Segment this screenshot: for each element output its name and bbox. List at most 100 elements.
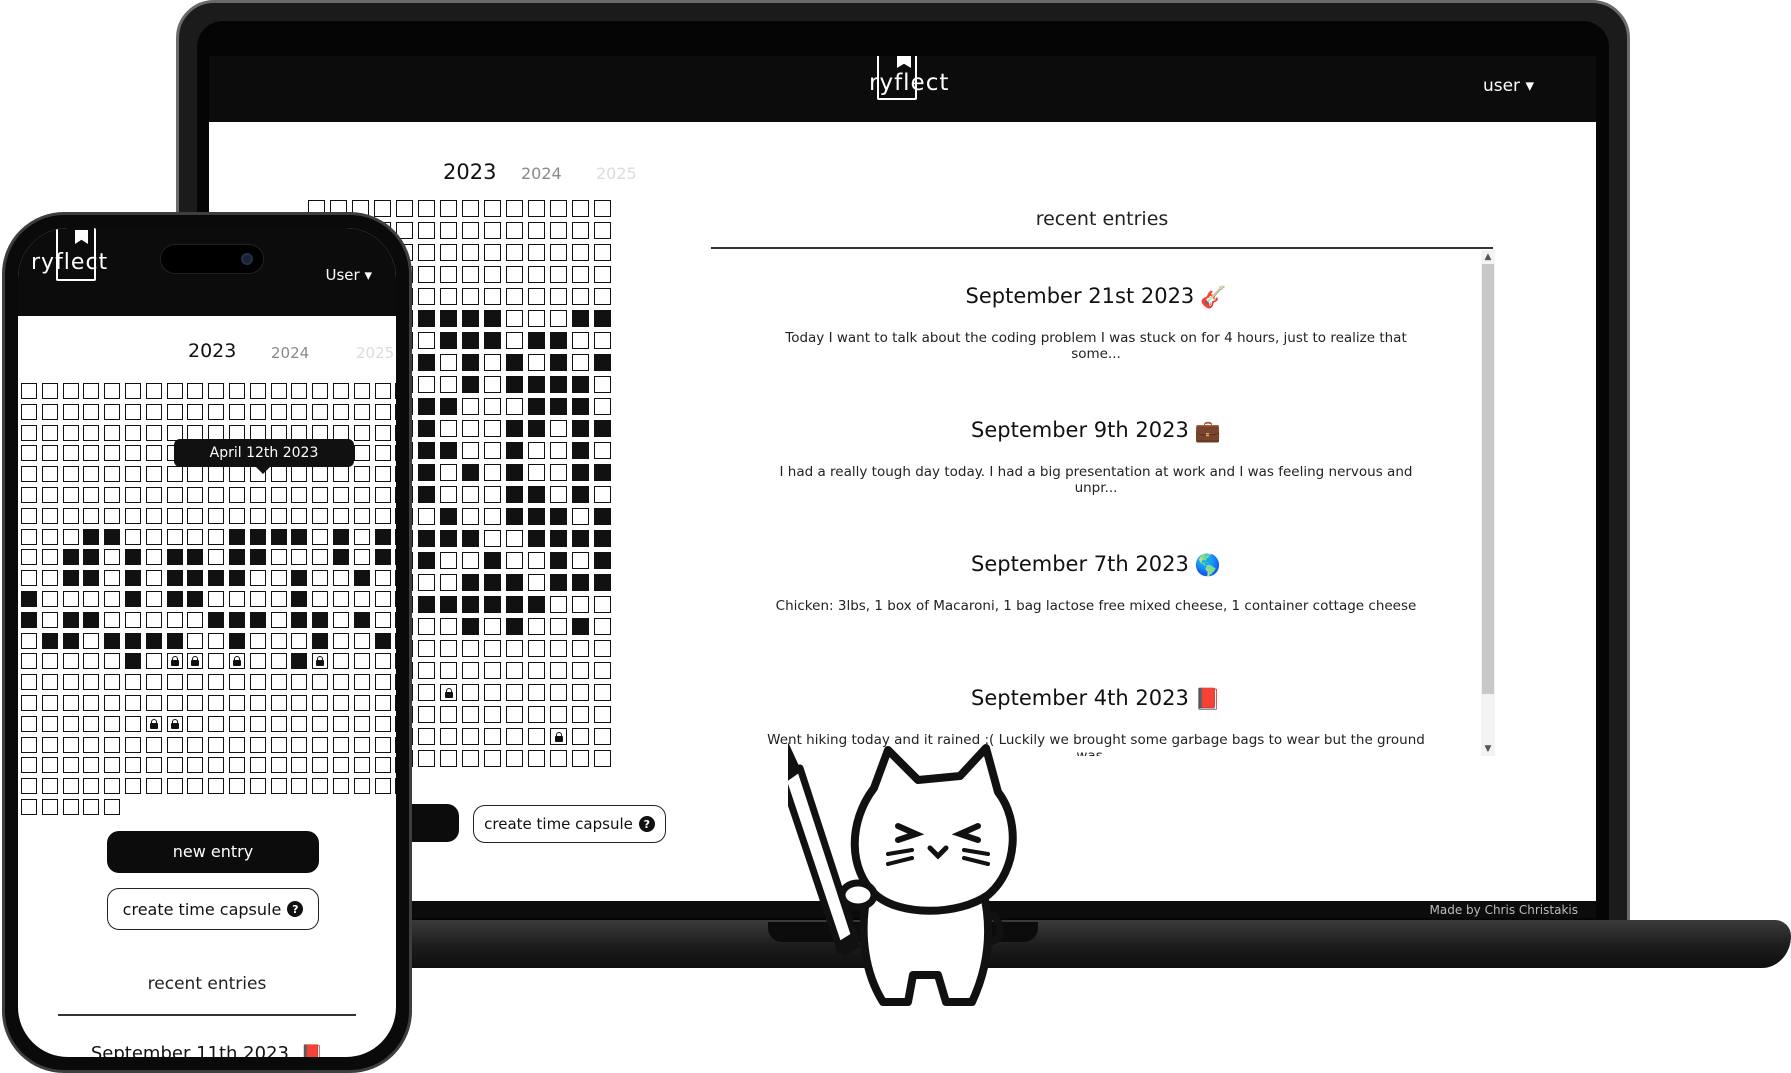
day-cell[interactable] xyxy=(62,591,79,607)
day-cell[interactable] xyxy=(440,508,457,525)
day-cell[interactable] xyxy=(333,528,349,545)
day-cell[interactable] xyxy=(166,715,183,732)
day-cell[interactable] xyxy=(353,778,370,795)
day-cell[interactable] xyxy=(395,632,396,649)
day-cell[interactable] xyxy=(572,266,589,283)
day-cell[interactable] xyxy=(21,591,37,607)
day-cell[interactable] xyxy=(484,354,501,371)
day-cell[interactable] xyxy=(145,549,162,566)
day-cell[interactable] xyxy=(550,332,567,349)
day-cell[interactable] xyxy=(83,674,100,691)
day-cell[interactable] xyxy=(291,632,308,649)
day-cell[interactable] xyxy=(208,591,225,607)
day-cell[interactable] xyxy=(249,715,266,732)
day-cell[interactable] xyxy=(418,486,435,503)
day-cell[interactable] xyxy=(594,266,611,283)
year-2023-tab[interactable]: 2023 xyxy=(443,160,496,184)
day-cell[interactable] xyxy=(550,706,567,723)
day-cell[interactable] xyxy=(418,398,435,415)
day-cell[interactable] xyxy=(440,640,457,657)
day-cell[interactable] xyxy=(21,466,37,483)
day-cell[interactable] xyxy=(528,398,545,415)
day-cell[interactable] xyxy=(484,332,501,349)
day-cell[interactable] xyxy=(594,552,611,569)
day-cell[interactable] xyxy=(249,695,266,711)
day-cell[interactable] xyxy=(41,632,58,649)
day-cell[interactable] xyxy=(166,570,183,587)
day-cell[interactable] xyxy=(208,549,225,566)
day-cell[interactable] xyxy=(145,383,162,399)
day-cell[interactable] xyxy=(83,653,100,670)
day-cell[interactable] xyxy=(270,570,287,587)
day-cell[interactable] xyxy=(418,464,435,481)
day-cell[interactable] xyxy=(41,487,58,503)
day-cell[interactable] xyxy=(62,466,79,483)
day-cell[interactable] xyxy=(145,695,162,711)
day-cell[interactable] xyxy=(594,574,611,591)
day-cell[interactable] xyxy=(104,591,121,607)
day-cell[interactable] xyxy=(21,632,37,649)
day-cell[interactable] xyxy=(440,288,457,305)
day-cell[interactable] xyxy=(572,244,589,261)
day-cell[interactable] xyxy=(418,728,435,745)
day-cell[interactable] xyxy=(312,653,329,670)
day-cell[interactable] xyxy=(550,244,567,261)
day-cell[interactable] xyxy=(353,695,370,711)
day-cell[interactable] xyxy=(506,486,523,503)
day-cell[interactable] xyxy=(440,486,457,503)
day-cell[interactable] xyxy=(550,728,567,745)
day-cell[interactable] xyxy=(506,332,523,349)
day-cell[interactable] xyxy=(594,684,611,701)
entry-card[interactable]: September 7th 2023 🌎 Chicken: 3lbs, 1 box… xyxy=(711,552,1481,614)
day-cell[interactable] xyxy=(333,611,349,628)
day-cell[interactable] xyxy=(353,653,370,670)
day-cell[interactable] xyxy=(572,222,589,239)
day-cell[interactable] xyxy=(395,736,396,753)
day-cell[interactable] xyxy=(484,618,501,635)
day-cell[interactable] xyxy=(187,383,204,399)
day-cell[interactable] xyxy=(41,570,58,587)
day-cell[interactable] xyxy=(528,684,545,701)
scroll-thumb[interactable] xyxy=(1482,264,1494,694)
day-cell[interactable] xyxy=(506,574,523,591)
day-cell[interactable] xyxy=(550,288,567,305)
day-cell[interactable] xyxy=(594,596,611,613)
day-cell[interactable] xyxy=(418,574,435,591)
day-cell[interactable] xyxy=(594,200,611,217)
day-cell[interactable] xyxy=(208,715,225,732)
day-cell[interactable] xyxy=(594,530,611,547)
day-cell[interactable] xyxy=(594,398,611,415)
day-cell[interactable] xyxy=(462,354,479,371)
day-cell[interactable] xyxy=(312,715,329,732)
day-cell[interactable] xyxy=(145,674,162,691)
day-cell[interactable] xyxy=(62,799,79,815)
day-cell[interactable] xyxy=(550,618,567,635)
day-cell[interactable] xyxy=(125,445,141,462)
day-cell[interactable] xyxy=(418,508,435,525)
day-cell[interactable] xyxy=(62,778,79,795)
day-cell[interactable] xyxy=(418,684,435,701)
day-cell[interactable] xyxy=(21,715,37,732)
day-cell[interactable] xyxy=(528,618,545,635)
day-cell[interactable] xyxy=(374,445,391,462)
day-cell[interactable] xyxy=(125,507,141,524)
day-cell[interactable] xyxy=(395,445,396,462)
day-cell[interactable] xyxy=(550,640,567,657)
day-cell[interactable] xyxy=(312,736,329,753)
day-cell[interactable] xyxy=(104,507,121,524)
day-cell[interactable] xyxy=(528,200,545,217)
day-cell[interactable] xyxy=(125,549,141,566)
day-cell[interactable] xyxy=(249,736,266,753)
day-cell[interactable] xyxy=(104,799,121,815)
day-cell[interactable] xyxy=(166,757,183,774)
day-cell[interactable] xyxy=(484,420,501,437)
day-cell[interactable] xyxy=(374,674,391,691)
day-cell[interactable] xyxy=(440,574,457,591)
day-cell[interactable] xyxy=(528,640,545,657)
day-cell[interactable] xyxy=(270,653,287,670)
entry-card[interactable]: September 21st 2023 🎸 Today I want to tal… xyxy=(711,284,1481,362)
day-cell[interactable] xyxy=(208,611,225,628)
day-cell[interactable] xyxy=(62,487,79,503)
day-cell[interactable] xyxy=(594,464,611,481)
entry-card[interactable]: September 9th 2023 💼 I had a really tough… xyxy=(711,418,1481,496)
